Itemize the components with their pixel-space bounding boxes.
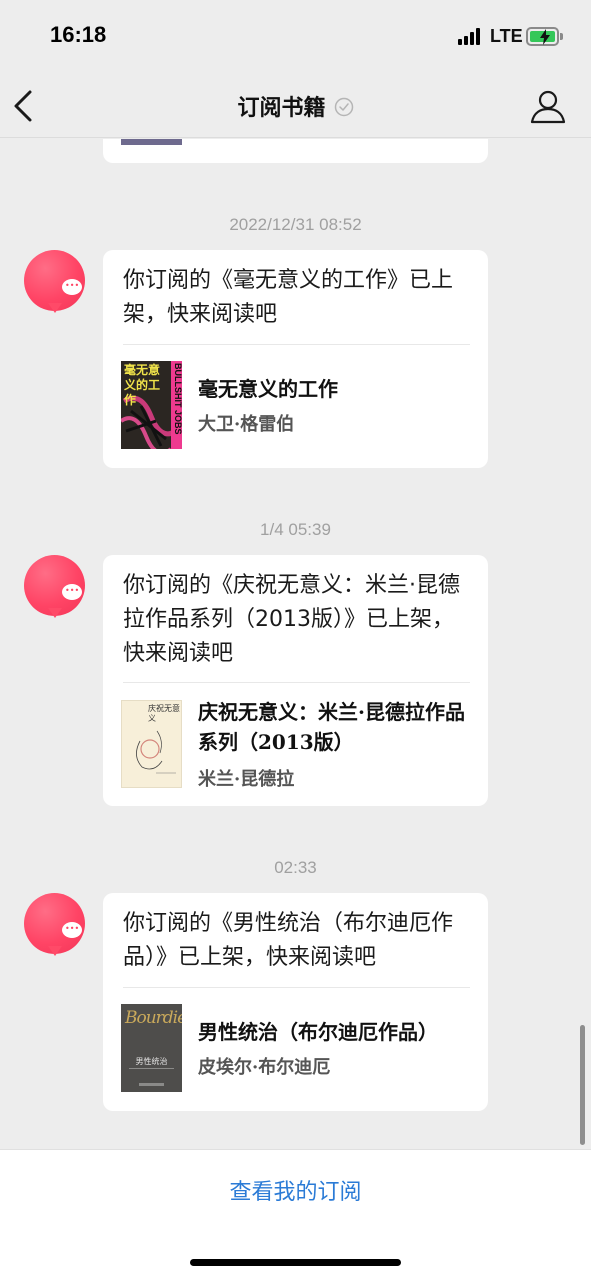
message-card-partial[interactable] <box>103 139 488 163</box>
divider <box>123 344 470 345</box>
avatar <box>24 893 85 954</box>
status-bar: 16:18 LTE <box>0 0 591 74</box>
battery-tip <box>560 33 563 40</box>
book-cover-partial <box>121 139 182 145</box>
book-title: 男性统治（布尔迪厄作品） <box>198 1020 438 1044</box>
message-card[interactable]: 你订阅的《毫无意义的工作》已上架，快来阅读吧 毫无意义的工作 BULLSHIT … <box>103 250 488 468</box>
scrollbar[interactable] <box>580 1025 585 1145</box>
message-timestamp: 02:33 <box>274 858 317 877</box>
book-cover[interactable]: 庆祝无意义 <box>121 700 182 788</box>
message-card[interactable]: 你订阅的《庆祝无意义：米兰·昆德拉作品系列（2013版）》已上架，快来阅读吧 庆… <box>103 555 488 806</box>
profile-button[interactable] <box>528 86 568 126</box>
chat-bubble-icon <box>62 279 82 295</box>
cover-title: 毫无意义的工作 <box>124 363 161 407</box>
message-list[interactable]: 2022/12/31 08:52 你订阅的《毫无意义的工作》已上架，快来阅读吧 … <box>0 139 591 1149</box>
view-my-subscriptions-button[interactable]: 查看我的订阅 <box>0 1174 591 1206</box>
message-timestamp: 1/4 05:39 <box>260 520 331 539</box>
nav-bar: 订阅书籍 <box>0 74 591 138</box>
divider <box>123 682 470 683</box>
page-title: 订阅书籍 <box>0 90 591 122</box>
book-author: 皮埃尔·布尔迪厄 <box>198 1057 331 1078</box>
divider <box>123 987 470 988</box>
message-text: 你订阅的《庆祝无意义：米兰·昆德拉作品系列（2013版）》已上架，快来阅读吧 <box>123 573 460 666</box>
cover-script: Bourdieu <box>125 1008 182 1028</box>
network-type: LTE <box>490 26 523 46</box>
battery-icon <box>526 27 559 46</box>
book-title: 毫无意义的工作 <box>198 377 338 401</box>
verified-check-icon <box>334 97 353 117</box>
profile-icon <box>530 90 566 124</box>
avatar <box>24 555 85 616</box>
chat-bubble-icon <box>62 922 82 938</box>
page-title-text: 订阅书籍 <box>237 96 326 121</box>
cover-side-text: BULLSHIT JOBS <box>173 363 182 435</box>
book-author: 米兰·昆德拉 <box>198 769 295 790</box>
status-time: 16:18 <box>50 22 107 47</box>
message-timestamp: 2022/12/31 08:52 <box>229 215 362 234</box>
book-cover[interactable]: Bourdieu 男性统治 <box>121 1004 182 1092</box>
cover-title: 庆祝无意义 <box>148 704 180 723</box>
chat-bubble-icon <box>62 584 82 600</box>
cover-title: 男性统治 <box>135 1057 168 1066</box>
message-text: 你订阅的《毫无意义的工作》已上架，快来阅读吧 <box>123 268 454 327</box>
message-text: 你订阅的《男性统治（布尔迪厄作品）》已上架，快来阅读吧 <box>123 911 454 970</box>
message-card[interactable]: 你订阅的《男性统治（布尔迪厄作品）》已上架，快来阅读吧 Bourdieu 男性统… <box>103 893 488 1111</box>
book-title: 庆祝无意义：米兰·昆德拉作品系列（2013版） <box>198 700 465 754</box>
avatar <box>24 250 85 311</box>
book-cover[interactable]: 毫无意义的工作 BULLSHIT JOBS <box>121 361 182 449</box>
book-author: 大卫·格雷伯 <box>198 414 295 435</box>
home-indicator[interactable] <box>190 1259 401 1266</box>
signal-icon <box>458 27 484 45</box>
